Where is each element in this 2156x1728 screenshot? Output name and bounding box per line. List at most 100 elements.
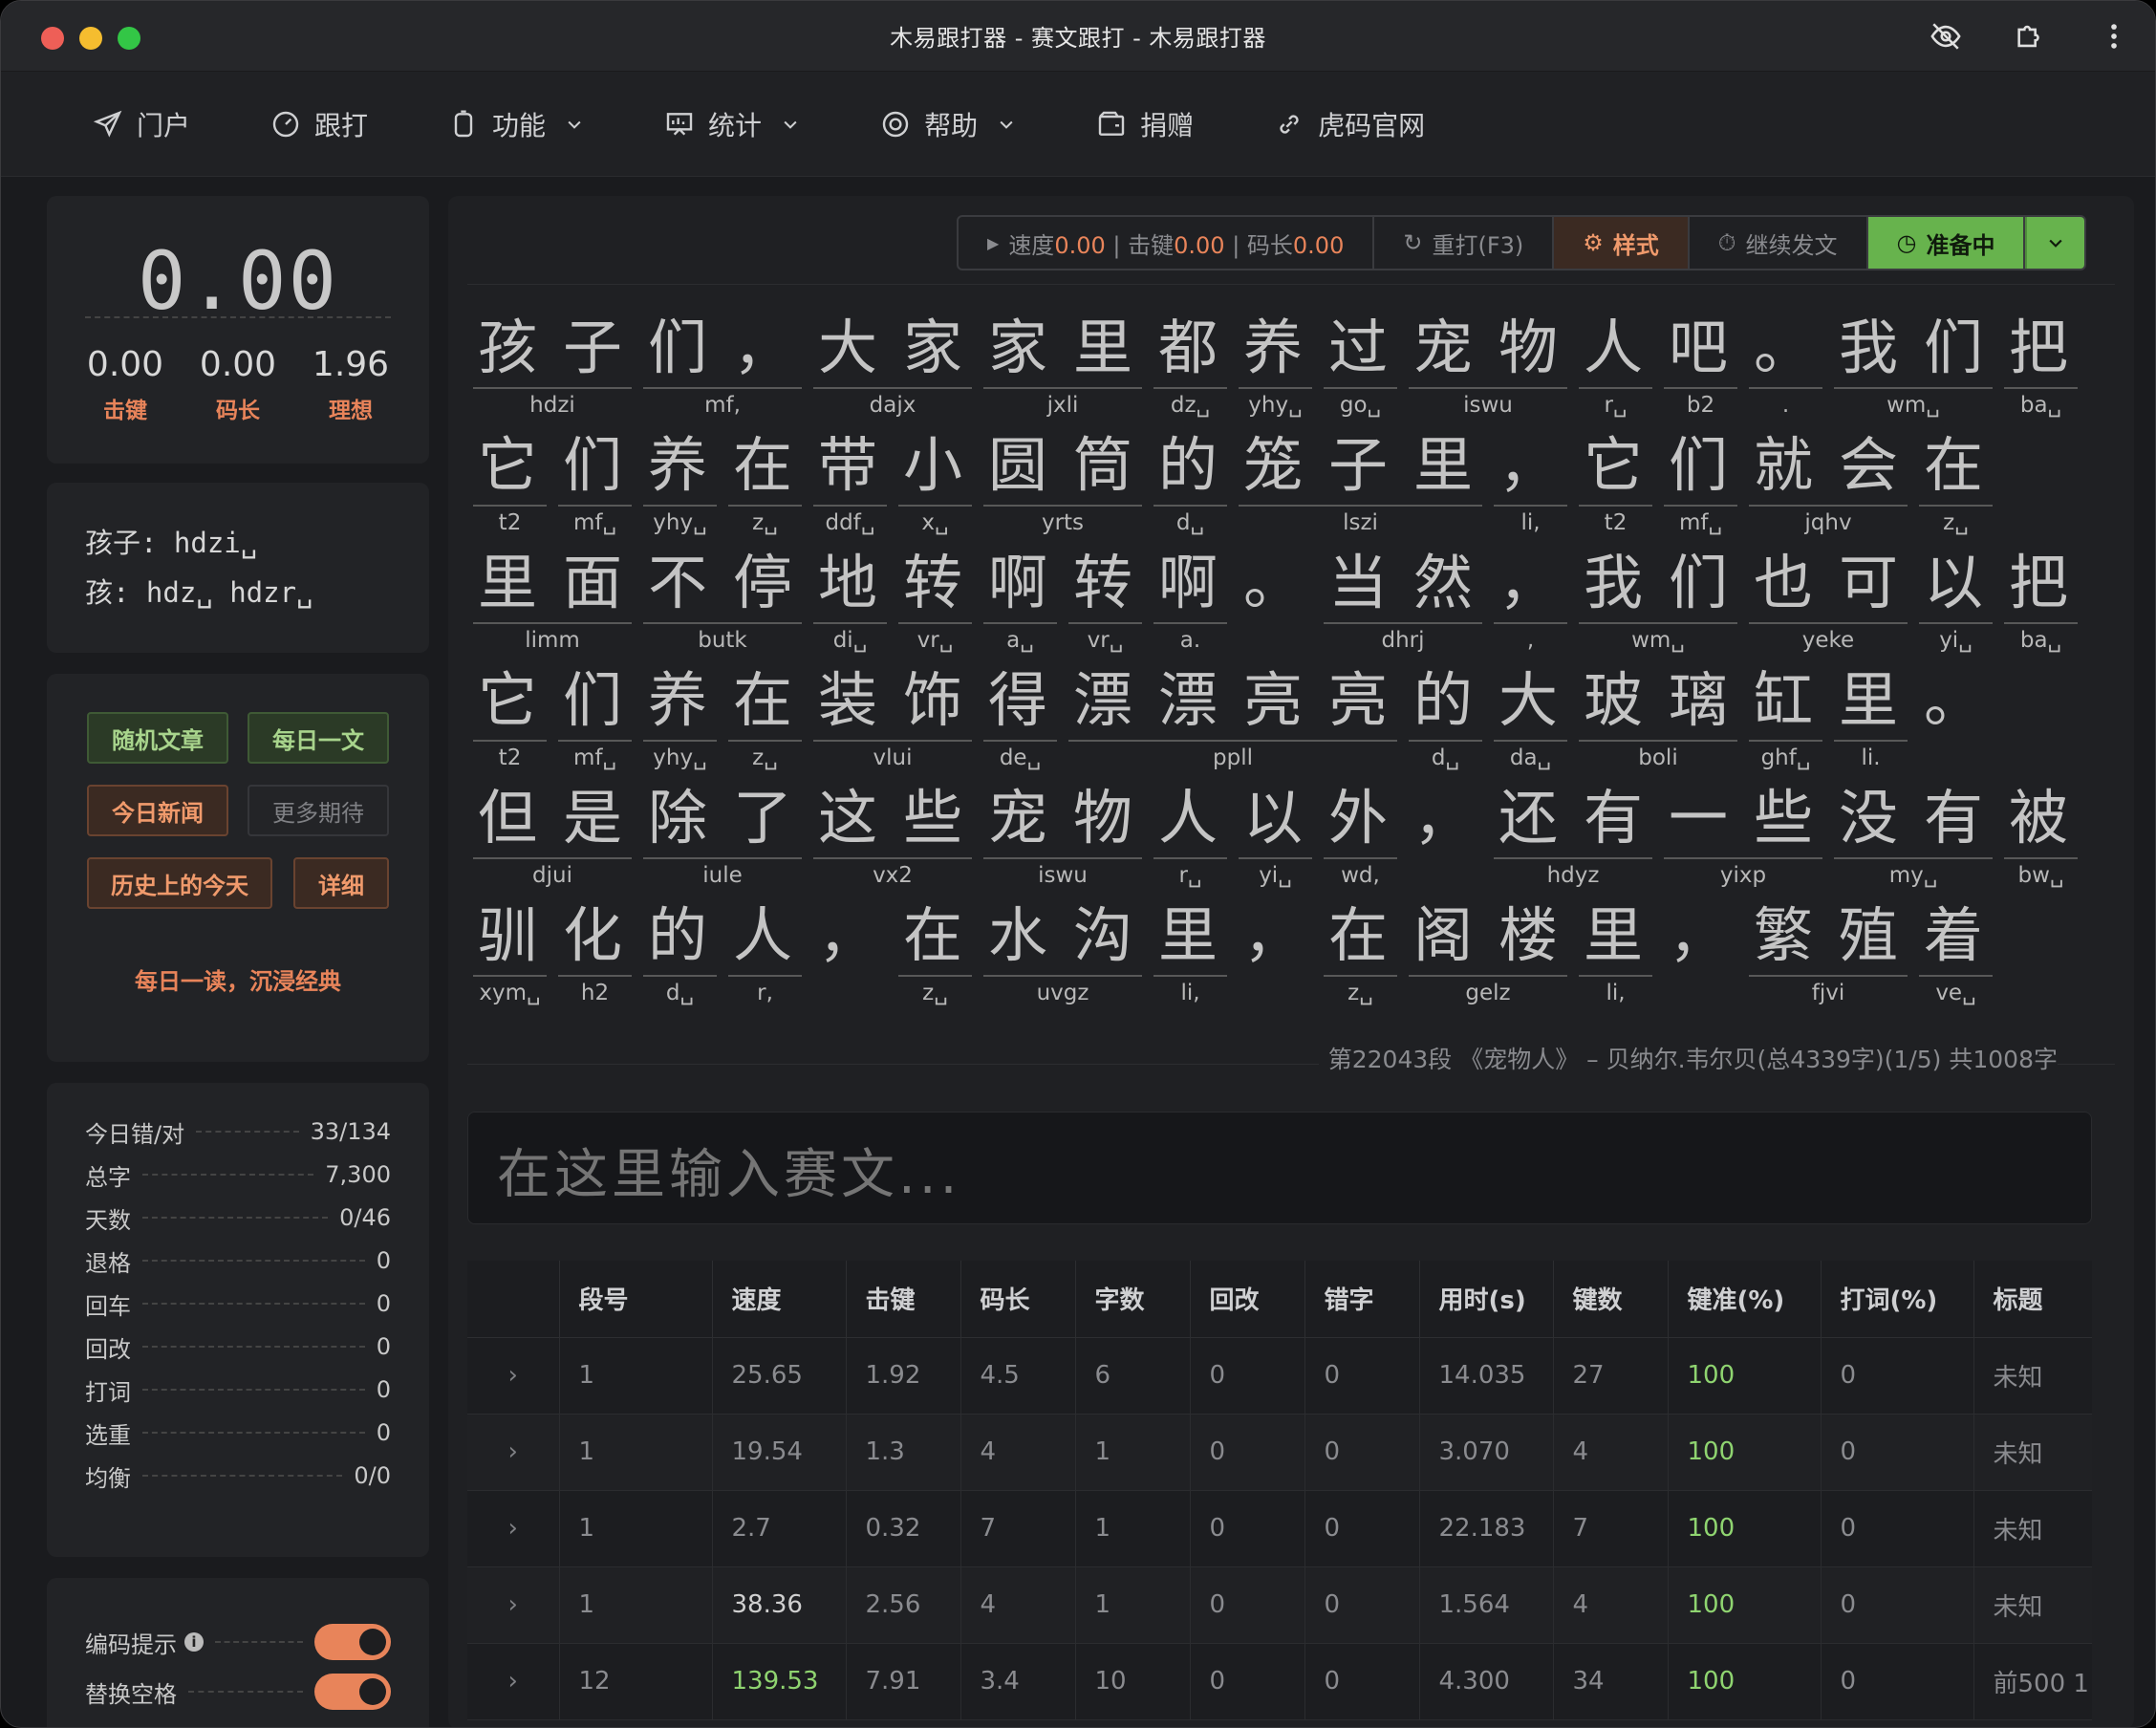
code-hint: yi␣: [1919, 622, 1993, 653]
chevron-right-icon[interactable]: ›: [467, 1643, 560, 1720]
text-char: 就: [1753, 430, 1813, 500]
table-cell: 4: [1553, 1414, 1669, 1491]
stat-row: 退格 0: [85, 1246, 391, 1277]
col-header[interactable]: 键数: [1553, 1261, 1669, 1338]
table-row[interactable]: › 1 19.54 1.3 4 1 0 0 3.070 4 100 0 未知: [467, 1414, 2092, 1491]
retype-button[interactable]: ↻ 重打(F3): [1374, 217, 1555, 269]
ready-button[interactable]: ◷ 准备中: [1867, 217, 2026, 269]
timer-icon: [454, 109, 473, 137]
stat-row-label: 今日错/对: [85, 1120, 185, 1148]
table-cell: 0: [1821, 1337, 1974, 1415]
col-header[interactable]: 码长: [960, 1261, 1076, 1338]
info-icon[interactable]: i: [184, 1632, 204, 1652]
nav-help[interactable]: 帮助: [880, 105, 1016, 143]
col-header[interactable]: 击键: [846, 1261, 961, 1338]
stat-row: 天数 0/46: [85, 1203, 391, 1234]
text-char: 我: [1583, 548, 1643, 617]
table-cell: 1: [1075, 1414, 1191, 1491]
daily-article-button[interactable]: 每日一文: [248, 712, 389, 764]
nav-donate[interactable]: 捐赠: [1096, 105, 1194, 143]
chevron-right-icon[interactable]: ›: [467, 1566, 560, 1644]
continue-button[interactable]: ⏱ 继续发文: [1690, 217, 1868, 269]
random-article-button[interactable]: 随机文章: [87, 712, 228, 764]
nav-official-site[interactable]: 虎码官网: [1274, 105, 1425, 143]
stat-row-value: 33/134: [310, 1118, 391, 1145]
stat-row-value: 0/46: [339, 1204, 391, 1231]
text-char: 阁: [1412, 900, 1473, 970]
daily-stats-panel: 今日错/对 33/134 总字 7,300 天数 0/46 退格 0 回车 0 回改 0 打词 0 选重 0 均…: [47, 1083, 429, 1557]
code-hint: yhy␣: [1239, 387, 1312, 418]
text-char: 物: [1498, 313, 1558, 382]
text-char: 人: [1157, 783, 1218, 853]
chevron-right-icon[interactable]: ›: [467, 1414, 560, 1491]
code-hint: jqhv: [1749, 505, 1908, 535]
nav-features[interactable]: 功能: [448, 105, 584, 143]
speed-summary[interactable]: ▶ 速度0.00 | 击键0.00 | 码长0.00: [959, 217, 1375, 269]
table-cell: 25.65: [712, 1337, 847, 1415]
col-header[interactable]: 段号: [559, 1261, 713, 1338]
code-hint-panel: 孩子: hdzi␣ 孩: hdz␣ hdzr␣: [47, 483, 429, 653]
text-char: 以: [1242, 783, 1303, 853]
stat-row-label: 天数: [85, 1206, 131, 1234]
dots: [196, 1131, 299, 1133]
table-row[interactable]: › 1 25.65 1.92 4.5 6 0 0 14.035 27 100 0 未知: [467, 1337, 2092, 1415]
detail-button[interactable]: 详细: [293, 857, 389, 909]
table-cell: 0: [1304, 1337, 1420, 1415]
history-today-button[interactable]: 历史上的今天: [87, 857, 272, 909]
code-hint: dajx: [813, 387, 972, 418]
window-controls: [41, 27, 140, 50]
dots: [142, 1303, 365, 1305]
puzzle-icon[interactable]: [2014, 20, 2046, 53]
table-cell: 1: [559, 1414, 713, 1491]
code-hint: vr␣: [1068, 622, 1142, 653]
col-header[interactable]: 速度: [712, 1261, 847, 1338]
table-row[interactable]: › 1 38.36 2.56 4 1 0 0 1.564 4 100 0 未知: [467, 1566, 2092, 1644]
nav-practice[interactable]: 跟打: [270, 105, 368, 143]
col-header[interactable]: 标题: [1973, 1261, 2092, 1338]
separator: |: [1232, 231, 1247, 259]
table-row[interactable]: › 12 139.53 7.91 3.4 10 0 0 4.300 34 100 0 前500 1: [467, 1643, 2092, 1720]
col-header[interactable]: 用时(s): [1419, 1261, 1554, 1338]
text-char: 养: [1242, 313, 1303, 382]
text-char: 漂: [1157, 665, 1218, 735]
close-icon[interactable]: [41, 27, 64, 50]
text-char: 一: [1668, 783, 1728, 853]
nav-portal[interactable]: 门户: [93, 105, 190, 143]
code-hint-toggle[interactable]: [314, 1624, 391, 1660]
more-vertical-icon[interactable]: [2098, 20, 2130, 53]
col-header[interactable]: 键准(%): [1668, 1261, 1822, 1338]
style-button[interactable]: ⚙ 样式: [1554, 217, 1690, 269]
text-char: 楼: [1498, 900, 1558, 970]
eye-off-icon[interactable]: [1930, 20, 1962, 53]
more-coming-button[interactable]: 更多期待: [248, 785, 389, 836]
col-header[interactable]: 字数: [1075, 1261, 1191, 1338]
text-char: 里: [1072, 313, 1132, 382]
col-header[interactable]: 错字: [1304, 1261, 1420, 1338]
today-news-button[interactable]: 今日新闻: [87, 785, 228, 836]
code-hint: yhy␣: [643, 740, 717, 770]
keys-value: 0.00: [1174, 231, 1225, 259]
table-row[interactable]: › 1 2.7 0.32 7 1 0 0 22.183 7 100 0 未知: [467, 1490, 2092, 1567]
minimize-icon[interactable]: [79, 27, 102, 50]
article-panel: 随机文章 每日一文 今日新闻 更多期待 历史上的今天 详细 每日一读，沉浸经典: [47, 674, 429, 1062]
stat-row-value: 0: [376, 1333, 391, 1360]
maximize-icon[interactable]: [118, 27, 140, 50]
code-hint: h2: [558, 975, 632, 1005]
replace-space-toggle[interactable]: [314, 1674, 391, 1710]
text-char: ，: [1498, 430, 1558, 500]
col-header[interactable]: 回改: [1190, 1261, 1305, 1338]
chevron-right-icon[interactable]: ›: [467, 1490, 560, 1567]
ready-dropdown[interactable]: [2025, 217, 2085, 269]
text-char: 沟: [1072, 900, 1132, 970]
text-char: 饰: [902, 665, 962, 735]
col-header[interactable]: 打词(%): [1821, 1261, 1974, 1338]
chevron-right-icon[interactable]: ›: [467, 1337, 560, 1415]
typing-input[interactable]: [467, 1112, 2092, 1224]
text-char: 当: [1327, 548, 1388, 617]
results-body: › 1 25.65 1.92 4.5 6 0 0 14.035 27 100 0 未知 › 1 19.54 1.…: [467, 1337, 2092, 1720]
nav-stats[interactable]: 统计: [664, 105, 800, 143]
text-char: 物: [1072, 783, 1132, 853]
table-cell: 0: [1190, 1337, 1305, 1415]
nav-label: 门户: [137, 109, 191, 141]
code-hint: r␣: [1579, 387, 1652, 418]
